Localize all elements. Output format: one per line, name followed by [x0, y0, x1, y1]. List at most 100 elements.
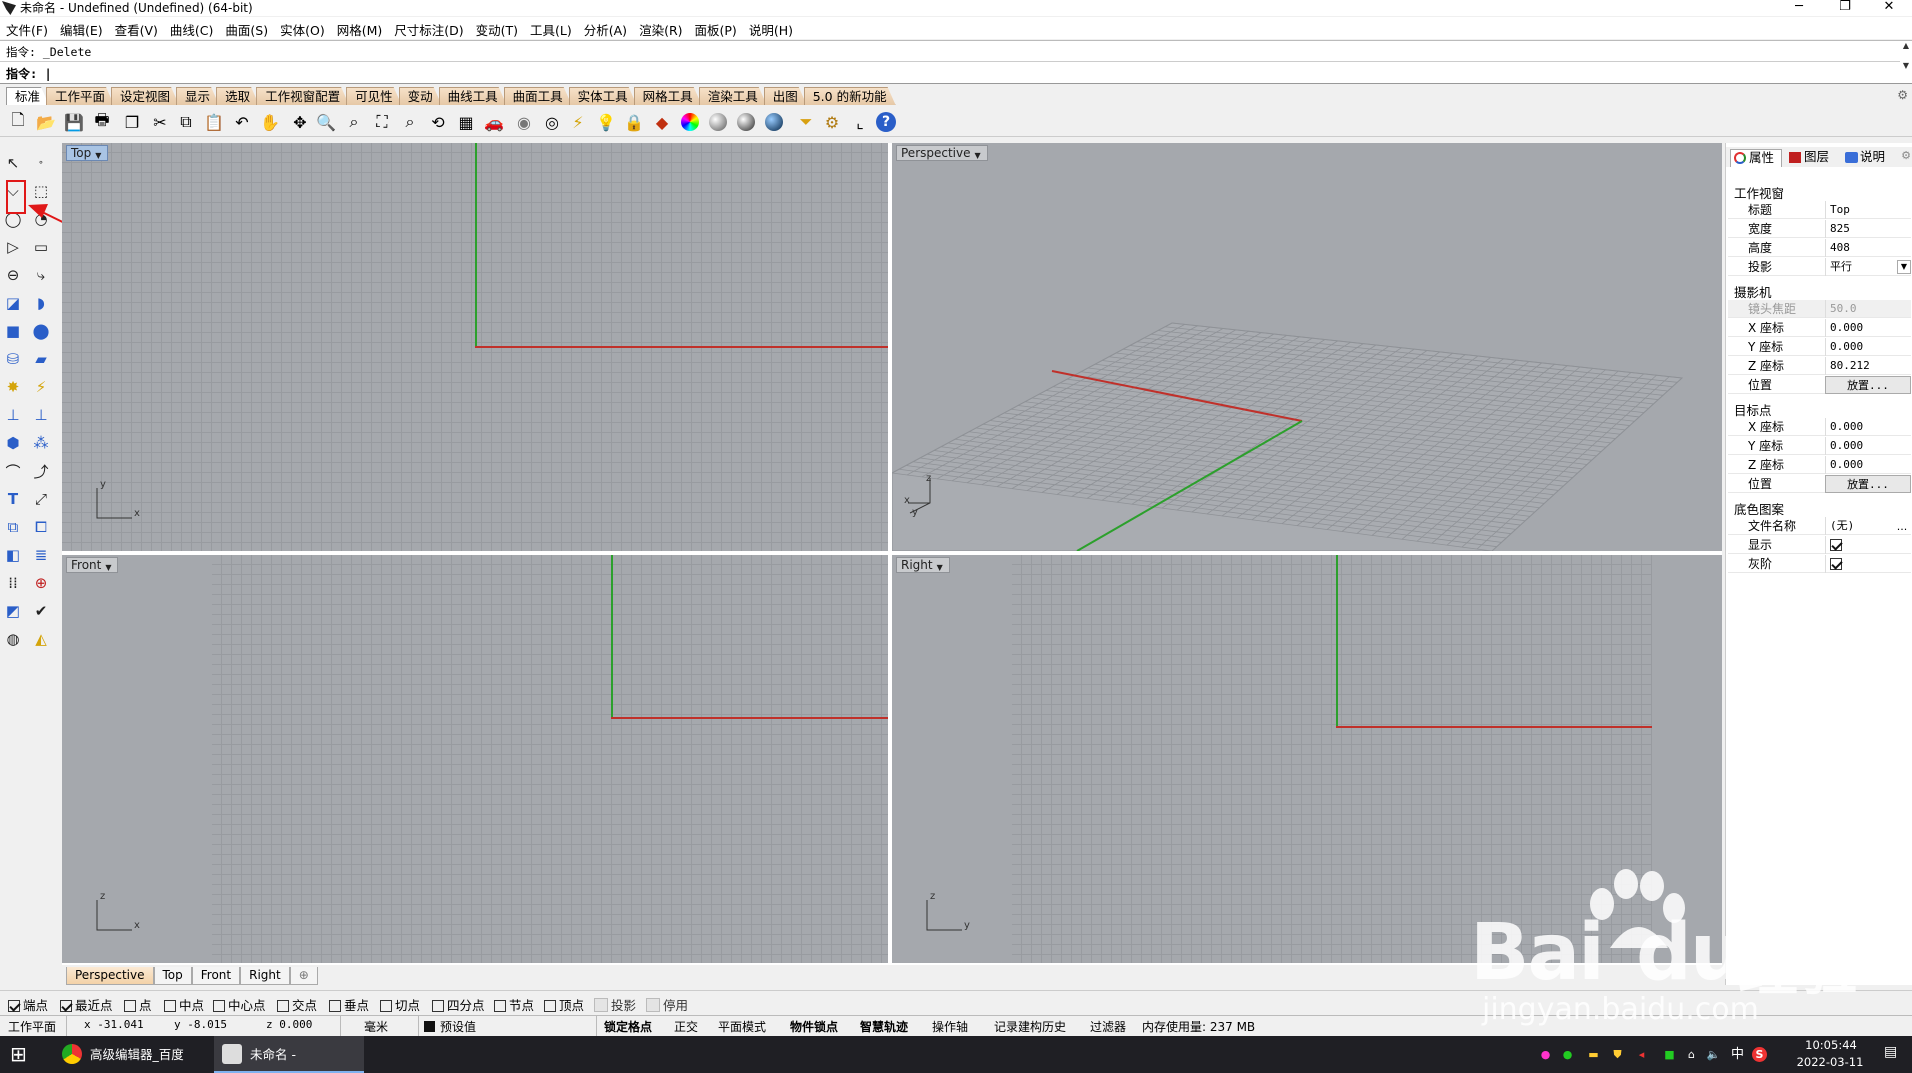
lock-icon[interactable]: 🔒: [622, 110, 646, 134]
menu-mesh[interactable]: 网格(M): [331, 17, 389, 39]
menu-analyze[interactable]: 分析(A): [578, 17, 633, 39]
lineweight-icon[interactable]: ⊥: [0, 402, 26, 428]
osnap-project-checkbox[interactable]: [594, 998, 608, 1012]
command-prompt-input[interactable]: 指令: |: [0, 61, 1900, 83]
rotate-view-icon[interactable]: ✥: [288, 110, 312, 134]
undo-icon[interactable]: ↶: [230, 110, 254, 134]
analyze-icon[interactable]: ⊕: [28, 570, 54, 596]
menu-help[interactable]: 说明(H): [743, 17, 799, 39]
shield-icon[interactable]: ⛊: [1610, 1047, 1625, 1062]
extrude-curve-icon[interactable]: ◗: [28, 290, 54, 316]
vp-tab-front[interactable]: Front: [191, 967, 241, 985]
add-viewport-tab-icon[interactable]: ⊕: [289, 967, 318, 985]
viewport-front[interactable]: Front ▼ z x: [62, 555, 888, 963]
osnap-project[interactable]: 投影: [594, 995, 636, 1014]
sphere-group-icon[interactable]: ⬤: [28, 318, 54, 344]
taskbar-app-chrome[interactable]: 高级编辑器_百度经...: [54, 1036, 204, 1073]
layer-tool-icon[interactable]: ≣: [28, 542, 54, 568]
zoom-selected-icon[interactable]: ⌕: [398, 110, 422, 134]
tab-transform[interactable]: 变动: [399, 87, 442, 105]
viewport-title-top[interactable]: Top ▼: [66, 145, 109, 161]
tab-viewport-layout[interactable]: 工作视窗配置: [256, 87, 349, 105]
wechat-icon[interactable]: ●: [1560, 1047, 1575, 1062]
osnap-perp-checkbox[interactable]: [329, 1000, 341, 1012]
windows-start-icon[interactable]: ⊞: [10, 1042, 27, 1066]
place-target-button[interactable]: 放置...: [1825, 475, 1911, 493]
menu-tools[interactable]: 工具(L): [524, 17, 578, 39]
four-viewports-icon[interactable]: ▦: [454, 110, 478, 134]
join-icon[interactable]: ⁂: [28, 430, 54, 456]
panel-options-icon[interactable]: ⚙: [1901, 149, 1911, 162]
tab-layers[interactable]: 图层: [1786, 149, 1838, 167]
boolean-union-icon[interactable]: ✸: [0, 374, 26, 400]
osnap-disable[interactable]: 停用: [646, 995, 688, 1014]
status-gumball[interactable]: 操作轴: [932, 1018, 968, 1035]
status-record-history[interactable]: 记录建构历史: [994, 1018, 1066, 1035]
osnap-end-checkbox[interactable]: [8, 1000, 20, 1012]
clock-date[interactable]: 2022-03-11: [1790, 1055, 1870, 1069]
osnap-mid-checkbox[interactable]: [164, 1000, 176, 1012]
array-icon[interactable]: ⧉: [0, 514, 26, 540]
minimize-button[interactable]: ─: [1776, 0, 1822, 16]
undo-view-icon[interactable]: ⟲: [426, 110, 450, 134]
vp-tab-top[interactable]: Top: [153, 967, 192, 985]
viewport-title-perspective[interactable]: Perspective ▼: [896, 145, 988, 161]
box-icon[interactable]: ■: [0, 318, 26, 344]
tab-select[interactable]: 选取: [216, 87, 259, 105]
osnap-quad[interactable]: 四分点: [432, 995, 485, 1014]
tab-curve-tools[interactable]: 曲线工具: [439, 87, 507, 105]
text-icon[interactable]: T: [0, 486, 26, 512]
transform-icon[interactable]: ⤢: [28, 486, 54, 512]
close-button[interactable]: ✕: [1866, 0, 1912, 16]
paste-icon[interactable]: 📋: [202, 110, 226, 134]
vp-tab-right[interactable]: Right: [240, 967, 290, 985]
folder-tray-icon[interactable]: ▬: [1586, 1047, 1601, 1062]
osnap-end[interactable]: 端点: [8, 995, 48, 1014]
tab-drafting[interactable]: 出图: [764, 87, 807, 105]
viewport-perspective[interactable]: Perspective ▼ z x y: [892, 143, 1722, 551]
select-filter-icon[interactable]: ⏷: [794, 110, 818, 134]
osnap-knot[interactable]: 节点: [494, 995, 534, 1014]
osnap-mid[interactable]: 中点: [164, 995, 204, 1014]
status-units[interactable]: 毫米: [364, 1018, 388, 1035]
volume-icon[interactable]: ◂: [1634, 1047, 1649, 1062]
layer-icon[interactable]: ◆: [650, 110, 674, 134]
menu-panels[interactable]: 面板(P): [689, 17, 743, 39]
osnap-near[interactable]: 最近点: [60, 995, 113, 1014]
osnap-icon[interactable]: ⚡: [566, 110, 590, 134]
cylinder-icon[interactable]: ⛁: [0, 346, 26, 372]
osnap-int-checkbox[interactable]: [277, 1000, 289, 1012]
tab-new-in-v5[interactable]: 5.0 的新功能: [804, 87, 896, 105]
chevron-down-icon[interactable]: ▼: [1897, 260, 1911, 274]
render-blue-icon[interactable]: [762, 110, 786, 134]
render-preview-icon[interactable]: [706, 110, 730, 134]
tab-properties[interactable]: 属性: [1730, 149, 1782, 167]
taskbar-app-rhino[interactable]: 未命名 - Undefine...: [214, 1036, 364, 1073]
tab-visibility[interactable]: 可见性: [346, 87, 402, 105]
zoom-extents-icon[interactable]: ⛶: [370, 110, 394, 134]
car-icon[interactable]: 🚗: [482, 110, 506, 134]
osnap-tan[interactable]: 切点: [380, 995, 420, 1014]
viewport-title-front[interactable]: Front ▼: [66, 557, 119, 573]
surface-from-points-icon[interactable]: ◪: [0, 290, 26, 316]
mesh-plane-icon[interactable]: ▰: [28, 346, 54, 372]
maximize-button[interactable]: ❐: [1822, 0, 1868, 16]
grayscale-checkbox[interactable]: [1830, 558, 1842, 570]
tab-help[interactable]: 说明: [1842, 149, 1894, 167]
menu-transform[interactable]: 变动(T): [470, 17, 524, 39]
block-icon[interactable]: ◧: [0, 542, 26, 568]
osnap-center-checkbox[interactable]: [213, 1000, 225, 1012]
menu-solid[interactable]: 实体(O): [274, 17, 331, 39]
status-layer[interactable]: 预设值: [440, 1018, 476, 1035]
help-icon[interactable]: ?: [874, 110, 898, 134]
dimension-icon[interactable]: ⊥: [28, 402, 54, 428]
explode-icon[interactable]: ⚡: [28, 374, 54, 400]
render-icon[interactable]: [734, 110, 758, 134]
check-icon[interactable]: ✔: [28, 598, 54, 624]
light-tool-icon[interactable]: ◭: [28, 626, 54, 652]
command-scrollbar[interactable]: ▲ ▼: [1900, 41, 1912, 85]
render-tool-icon[interactable]: ◍: [0, 626, 26, 652]
nvidia-icon[interactable]: ■: [1662, 1047, 1677, 1062]
place-camera-button[interactable]: 放置...: [1825, 376, 1911, 394]
osnap-knot-checkbox[interactable]: [494, 1000, 506, 1012]
